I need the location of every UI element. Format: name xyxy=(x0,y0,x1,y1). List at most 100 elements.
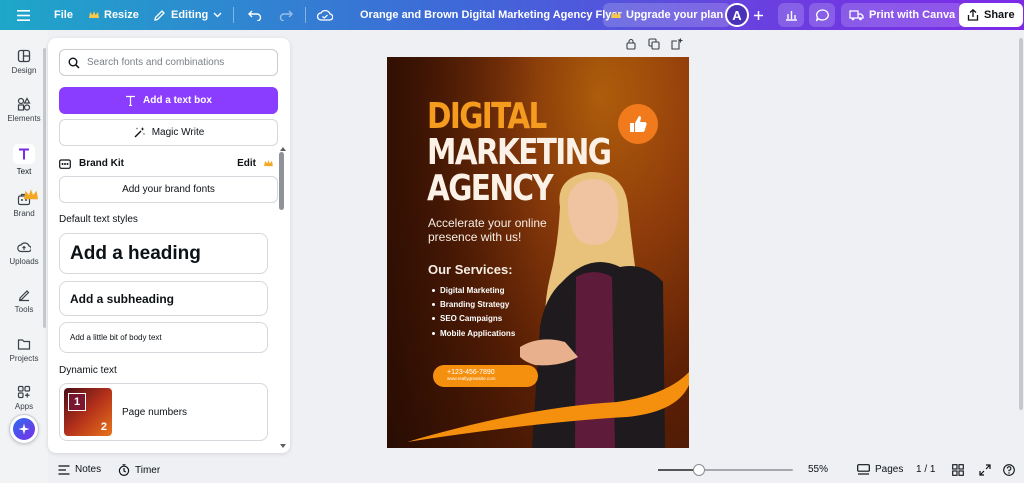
grid-view-button[interactable] xyxy=(952,464,964,476)
rail-item-apps[interactable]: Apps xyxy=(0,385,48,411)
rail-label-apps: Apps xyxy=(14,402,34,411)
add-page-icon[interactable] xyxy=(671,38,683,50)
crown-icon xyxy=(89,11,99,18)
flyer-services-heading[interactable]: Our Services: xyxy=(428,262,513,277)
bottom-bar: Notes Timer 55% Pages 1 / 1 xyxy=(48,458,1024,483)
undo-button[interactable] xyxy=(248,0,262,30)
flyer-title-line-2[interactable]: MARKETING xyxy=(427,135,612,171)
add-collaborator-button[interactable] xyxy=(753,0,764,30)
redo-button[interactable] xyxy=(279,0,293,30)
save-status-button[interactable] xyxy=(317,0,333,30)
flyer-services-list[interactable]: Digital Marketing Branding Strategy SEO … xyxy=(432,283,515,340)
chevron-down-icon xyxy=(213,12,222,18)
hamburger-icon xyxy=(17,9,30,21)
add-subheading-button[interactable]: Add a subheading xyxy=(59,281,268,316)
rail-item-projects[interactable]: Projects xyxy=(0,337,48,363)
plus-icon xyxy=(754,10,763,20)
pages-label: Pages xyxy=(875,464,904,475)
document-title-text: Orange and Brown Digital Marketing Agenc… xyxy=(360,9,622,21)
share-button[interactable]: Share xyxy=(959,3,1023,27)
rail-item-design[interactable]: Design xyxy=(0,49,48,75)
uploads-icon xyxy=(17,242,31,253)
font-search-input[interactable]: Search fonts and combinations xyxy=(59,49,278,76)
thumbs-up-badge[interactable] xyxy=(618,104,658,144)
file-menu[interactable]: File xyxy=(54,0,73,30)
pages-button[interactable]: Pages xyxy=(857,464,903,475)
elements-icon xyxy=(17,97,31,111)
menu-button[interactable] xyxy=(17,0,30,30)
divider xyxy=(305,7,306,23)
timer-label: Timer xyxy=(135,464,161,476)
cloud-check-icon xyxy=(317,9,333,21)
page-indicator[interactable]: 1 / 1 xyxy=(916,464,935,475)
text-icon-bg xyxy=(13,144,35,164)
editing-mode-button[interactable]: Editing xyxy=(153,0,222,30)
zoom-slider[interactable] xyxy=(658,464,793,476)
notes-label: Notes xyxy=(75,464,102,475)
rail-item-text[interactable]: Text xyxy=(0,144,48,176)
crown-icon xyxy=(264,159,273,166)
share-icon xyxy=(967,9,979,21)
duplicate-icon[interactable] xyxy=(648,38,660,50)
timer-icon xyxy=(118,464,130,476)
fullscreen-button[interactable] xyxy=(979,464,991,476)
sparkle-icon-bg xyxy=(13,418,35,440)
file-label: File xyxy=(54,9,73,21)
brand-kit-edit-link[interactable]: Edit xyxy=(237,158,256,169)
scroll-up-arrow[interactable] xyxy=(280,147,286,151)
rail-item-brand[interactable]: Brand xyxy=(0,189,48,218)
zoom-value[interactable]: 55% xyxy=(808,464,828,475)
help-button[interactable] xyxy=(1003,464,1015,476)
flyer-title-line-1[interactable]: DIGITAL xyxy=(427,99,547,135)
magic-write-label: Magic Write xyxy=(151,127,205,138)
magic-wand-icon xyxy=(134,127,145,138)
rail-item-elements[interactable]: Elements xyxy=(0,97,48,123)
rail-scrollbar[interactable] xyxy=(43,48,46,328)
avatar-initial: A xyxy=(732,7,742,23)
magic-write-button[interactable]: Magic Write xyxy=(59,119,278,146)
search-icon xyxy=(68,57,80,69)
flyer-tagline[interactable]: Accelerate your online presence with us! xyxy=(428,216,568,244)
pencil-icon xyxy=(154,9,165,21)
zoom-slider-handle[interactable] xyxy=(693,464,705,476)
rail-item-uploads[interactable]: Uploads xyxy=(0,240,48,266)
notes-button[interactable]: Notes xyxy=(58,464,101,475)
upgrade-plan-button[interactable]: Upgrade your plan xyxy=(603,3,732,27)
lock-icon[interactable] xyxy=(625,38,637,50)
comments-button[interactable] xyxy=(809,3,835,27)
magic-assistant-button[interactable] xyxy=(9,414,39,444)
thumb-number-2: 2 xyxy=(100,421,107,433)
brand-kit-icon xyxy=(59,158,71,169)
flyer-phone: +123-456-7890 xyxy=(447,369,495,376)
truck-icon xyxy=(849,10,864,21)
service-item: Digital Marketing xyxy=(432,283,515,297)
add-body-text-button[interactable]: Add a little bit of body text xyxy=(59,322,268,353)
print-label: Print with Canva xyxy=(869,9,956,21)
brand-kit-row: Brand Kit Edit xyxy=(59,155,273,171)
add-brand-fonts-label: Add your brand fonts xyxy=(122,184,215,195)
service-item: SEO Campaigns xyxy=(432,312,515,326)
timer-button[interactable]: Timer xyxy=(118,464,160,476)
add-heading-button[interactable]: Add a heading xyxy=(59,233,268,274)
print-with-canva-button[interactable]: Print with Canva xyxy=(841,3,964,27)
insights-button[interactable] xyxy=(778,3,804,27)
search-placeholder: Search fonts and combinations xyxy=(87,57,225,68)
panel-scrollbar[interactable] xyxy=(279,152,284,210)
rail-label-elements: Elements xyxy=(7,114,41,123)
design-icon xyxy=(17,49,31,63)
design-canvas[interactable]: DIGITAL MARKETING AGENCY Accelerate your… xyxy=(387,57,689,448)
flyer-contact-pill[interactable]: +123-456-7890 www.reallygreatsite.com xyxy=(433,365,538,387)
page-numbers-button[interactable]: 1 2 Page numbers xyxy=(59,383,268,441)
orange-swoosh[interactable] xyxy=(387,357,689,448)
add-brand-fonts-button[interactable]: Add your brand fonts xyxy=(59,176,278,203)
document-title[interactable]: Orange and Brown Digital Marketing Agenc… xyxy=(360,0,622,30)
canvas-scrollbar[interactable] xyxy=(1019,38,1023,410)
help-icon xyxy=(1003,464,1015,476)
add-text-box-button[interactable]: Add a text box xyxy=(59,87,278,114)
divider xyxy=(233,7,234,23)
rail-item-tools[interactable]: Tools xyxy=(0,288,48,314)
resize-button[interactable]: Resize xyxy=(89,0,139,30)
scroll-down-arrow[interactable] xyxy=(280,444,286,448)
sparkle-icon xyxy=(18,423,30,435)
avatar[interactable]: A xyxy=(725,3,749,27)
